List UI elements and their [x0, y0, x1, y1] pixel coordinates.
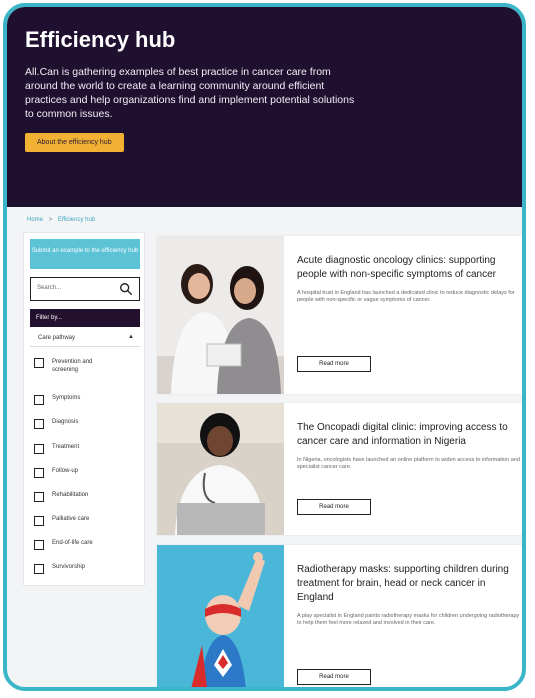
card-content: Radiotherapy masks: supporting children … [297, 563, 522, 627]
filter-option-end-of-life-care[interactable]: End-of-life care [34, 540, 93, 550]
search-icon[interactable] [119, 282, 133, 296]
checkbox[interactable] [34, 419, 44, 429]
card-description: A hospital trust in England has launched… [297, 290, 515, 303]
checkbox[interactable] [34, 492, 44, 502]
submit-example-button[interactable]: Submit an example to the efficiency hub [30, 239, 140, 269]
search-input[interactable]: Search... [30, 277, 140, 301]
filter-option-palliative-care[interactable]: Palliative care [34, 516, 89, 526]
about-efficiency-hub-button[interactable]: About the efficiency hub [25, 133, 124, 152]
card-title[interactable]: The Oncopadi digital clinic: improving a… [297, 421, 522, 449]
doctor-at-laptop-image [157, 403, 284, 535]
checkbox[interactable] [34, 395, 44, 405]
page-title: Efficiency hub [25, 27, 176, 52]
checkbox[interactable] [34, 540, 44, 550]
filter-option-treatment[interactable]: Treatment [34, 444, 79, 454]
chevron-down-icon: ▲ [128, 334, 134, 340]
card-description: A play specialist in England paints radi… [297, 613, 520, 626]
checkbox[interactable] [34, 516, 44, 526]
card-title[interactable]: Radiotherapy masks: supporting children … [297, 563, 522, 605]
case-study-card: Acute diagnostic oncology clinics: suppo… [157, 236, 522, 394]
care-pathway-select[interactable]: Care pathway ▲ [30, 332, 140, 347]
breadcrumb: Home > Efficiency hub [27, 217, 95, 223]
filter-option-prevention[interactable]: Prevention and screening [34, 358, 112, 374]
search-placeholder: Search... [37, 285, 62, 291]
checkbox[interactable] [34, 444, 44, 454]
breadcrumb-home-link[interactable]: Home [27, 217, 43, 223]
filter-heading: Filter by... [30, 309, 140, 327]
case-study-card: Radiotherapy masks: supporting children … [157, 545, 522, 687]
card-content: The Oncopadi digital clinic: improving a… [297, 421, 522, 471]
doctor-and-patient-image [157, 236, 284, 394]
filter-option-follow-up[interactable]: Follow-up [34, 468, 78, 478]
read-more-button[interactable]: Read more [297, 669, 371, 685]
read-more-button[interactable]: Read more [297, 499, 371, 515]
case-study-card: The Oncopadi digital clinic: improving a… [157, 403, 522, 535]
checkbox[interactable] [34, 564, 44, 574]
screenshot-frame: Efficiency hub All.Can is gathering exam… [3, 3, 526, 691]
child-in-superhero-costume-image [157, 545, 284, 687]
care-pathway-label: Care pathway [38, 335, 76, 341]
breadcrumb-separator: > [48, 217, 53, 223]
card-content: Acute diagnostic oncology clinics: suppo… [297, 254, 522, 304]
filter-option-rehabilitation[interactable]: Rehabilitation [34, 492, 88, 502]
breadcrumb-current: Efficiency hub [57, 217, 96, 223]
filter-option-symptoms[interactable]: Symptoms [34, 395, 80, 405]
filter-sidebar: Submit an example to the efficiency hub … [24, 233, 144, 585]
hero-banner: Efficiency hub All.Can is gathering exam… [7, 7, 522, 207]
filter-option-diagnosis[interactable]: Diagnosis [34, 419, 78, 429]
card-title[interactable]: Acute diagnostic oncology clinics: suppo… [297, 254, 522, 282]
filter-option-survivorship[interactable]: Survivorship [34, 564, 85, 574]
checkbox[interactable] [34, 358, 44, 368]
hero-description: All.Can is gathering examples of best pr… [25, 66, 355, 120]
read-more-button[interactable]: Read more [297, 356, 371, 372]
checkbox[interactable] [34, 468, 44, 478]
card-description: In Nigeria, oncologists have launched an… [297, 457, 520, 470]
